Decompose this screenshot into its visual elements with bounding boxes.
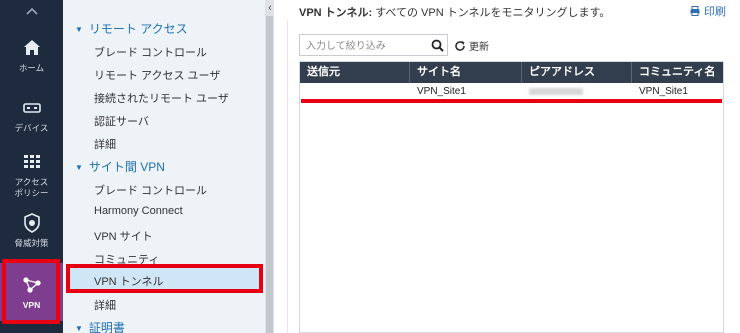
rail-item-label: 脅威対策: [14, 238, 49, 248]
tree-section-certificates[interactable]: ▼ 証明書: [75, 319, 125, 333]
column-header-source[interactable]: 送信元: [300, 62, 407, 83]
tree-item[interactable]: 詳細: [94, 136, 116, 152]
page-title: VPN トンネル: すべての VPN トンネルをモニタリングします。: [299, 7, 611, 19]
rail-item-access-policy[interactable]: アクセス ポリシー: [0, 150, 63, 199]
tree-item[interactable]: ブレード コントロール: [94, 182, 207, 198]
tree-section-site-to-site-vpn[interactable]: ▼ サイト間 VPN: [75, 158, 165, 175]
filter-input[interactable]: [306, 38, 424, 54]
refresh-button[interactable]: 更新: [454, 38, 489, 53]
tree-section-remote-access[interactable]: ▼ リモート アクセス: [75, 20, 188, 37]
blurred-address: [529, 87, 583, 95]
print-button[interactable]: 印刷: [690, 3, 726, 19]
rail-item-label-line2: ポリシー: [14, 188, 49, 198]
highlight-underline: [301, 99, 722, 103]
rail-item-home[interactable]: ホーム: [0, 36, 63, 74]
scrollbar-thumb[interactable]: [266, 16, 273, 333]
caret-down-icon: ▼: [75, 25, 83, 35]
rail-item-threat-prevention[interactable]: 脅威対策: [0, 211, 63, 249]
rail-item-label: デバイス: [14, 123, 49, 133]
refresh-icon: [454, 40, 466, 52]
rail-item-label: ホーム: [18, 63, 45, 73]
highlight-box: [2, 259, 60, 324]
tree-item[interactable]: 詳細: [94, 297, 116, 313]
tree-item[interactable]: 認証サーバ: [94, 113, 149, 129]
printer-icon: [690, 6, 700, 16]
column-header-site-name[interactable]: サイト名: [410, 62, 520, 83]
tree-item[interactable]: 接続されたリモート ユーザ: [94, 90, 229, 106]
search-box: [299, 34, 448, 56]
highlight-box: [66, 264, 263, 293]
rail-item-label-line1: アクセス: [14, 177, 49, 187]
column-header-community-name[interactable]: コミュニティ名: [632, 62, 723, 83]
search-icon[interactable]: [431, 39, 444, 52]
rail-item-devices[interactable]: デバイス: [0, 96, 63, 134]
home-icon: [20, 36, 44, 60]
chevron-up-icon[interactable]: [0, 0, 63, 24]
tree-item[interactable]: ブレード コントロール: [94, 44, 207, 60]
caret-down-icon: ▼: [75, 163, 83, 173]
tree-item[interactable]: リモート アクセス ユーザ: [94, 67, 220, 83]
tree-item[interactable]: Harmony Connect: [94, 205, 183, 217]
tree-item[interactable]: VPN サイト: [94, 228, 153, 244]
device-icon: [20, 96, 44, 120]
shield-icon: [20, 211, 44, 235]
table-header: 送信元 サイト名 ピアアドレス コミュニティ名: [300, 62, 723, 83]
column-header-peer-address[interactable]: ピアアドレス: [522, 62, 630, 83]
caret-down-icon: ▼: [75, 324, 83, 333]
grid-icon: [20, 150, 44, 174]
divider: [287, 20, 288, 333]
